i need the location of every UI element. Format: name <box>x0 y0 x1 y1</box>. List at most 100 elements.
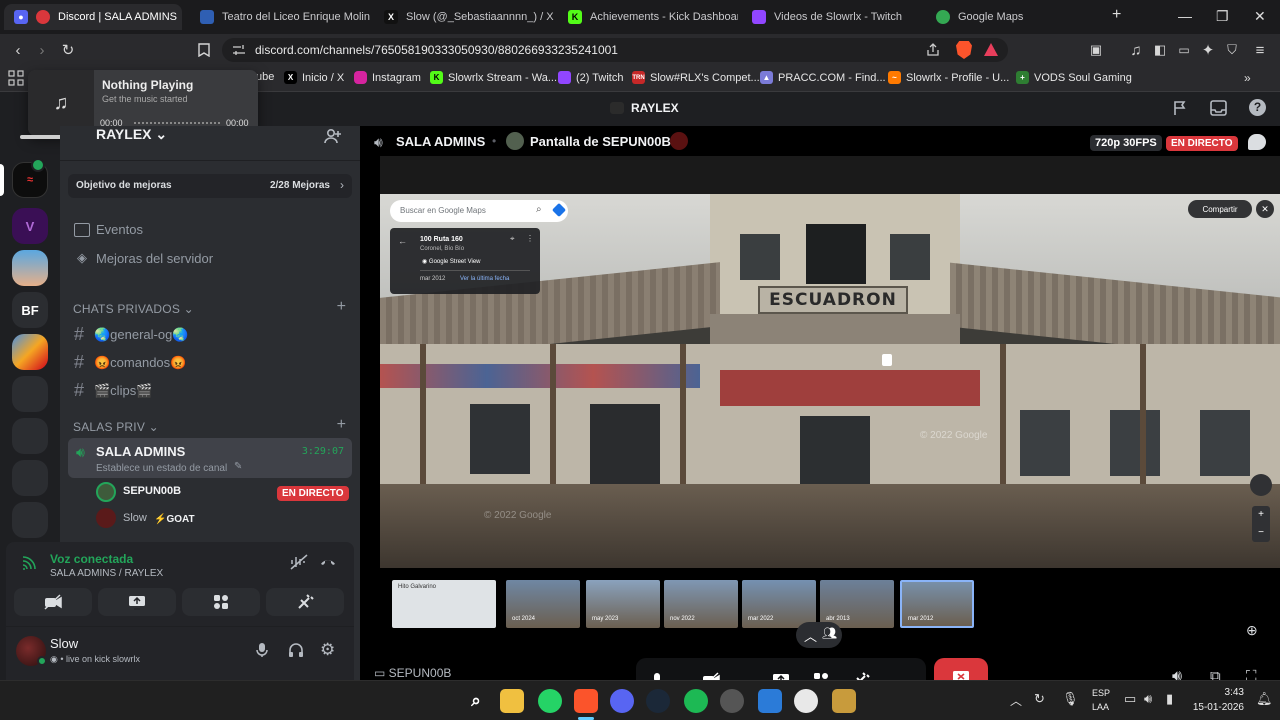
brave-shields-icon[interactable] <box>956 41 972 59</box>
wallet-icon[interactable]: ▭ <box>1174 40 1194 60</box>
pencil-icon[interactable]: ✎ <box>234 461 242 472</box>
history-thumbnail[interactable]: oct 2024 <box>506 580 580 628</box>
bookmark-partial[interactable]: ube <box>256 71 274 83</box>
channel-general-og[interactable]: # 🌏general-og🌏 <box>70 324 189 345</box>
boost-goal-card[interactable]: Objetivo de mejoras 2/28 Mejoras › <box>68 174 352 198</box>
user-name[interactable]: Slow <box>50 636 78 651</box>
activities-button[interactable] <box>182 588 260 616</box>
tab-kick[interactable]: K Achievements - Kick Dashboard <box>558 4 738 30</box>
back-arrow-icon[interactable]: ← <box>398 236 407 246</box>
zoom-icon[interactable]: ⊕ <box>1246 622 1258 639</box>
close-window-icon[interactable]: ✕ <box>1254 8 1266 25</box>
headphones-icon[interactable] <box>288 642 304 658</box>
bookmark-twitch[interactable]: (2) Twitch <box>558 71 623 84</box>
history-thumbnail[interactable]: nov 2022 <box>664 580 738 628</box>
brave-rewards-icon[interactable] <box>984 43 998 56</box>
obs-icon[interactable] <box>720 689 744 713</box>
invite-people-icon[interactable] <box>324 128 342 144</box>
pin-icon[interactable]: ⌖ <box>510 234 515 244</box>
noise-suppression-icon[interactable] <box>290 554 308 570</box>
clock-date[interactable]: 15-01-2026 <box>1193 702 1244 713</box>
tab-twitch[interactable]: Videos de Slowrlx - Twitch <box>742 4 922 30</box>
disconnect-icon[interactable] <box>320 558 336 566</box>
network-icon[interactable]: ▭ <box>1124 691 1136 707</box>
bookmark-vods[interactable]: + VODS Soul Gaming <box>1016 71 1132 84</box>
bookmark-profile[interactable]: ~ Slowrlx - Profile - U... <box>888 71 1009 84</box>
history-thumbnail[interactable]: mar 2022 <box>742 580 816 628</box>
close-icon[interactable]: ✕ <box>1256 200 1274 218</box>
category-chats-privados[interactable]: CHATS PRIVADOS ⌄ <box>73 302 194 316</box>
file-explorer-icon[interactable] <box>500 689 524 713</box>
discord-icon[interactable] <box>610 689 634 713</box>
screen-share-button[interactable] <box>98 588 176 616</box>
server-folder-2[interactable] <box>12 376 48 412</box>
help-icon[interactable]: ? <box>1249 99 1266 116</box>
tab-discord[interactable]: ● Discord | SALA ADMINS ✕ <box>4 4 182 30</box>
reader-mode-icon[interactable]: ▣ <box>1086 40 1106 60</box>
share-icon[interactable] <box>926 43 940 57</box>
address-bar[interactable]: discord.com/channels/765058190333050930/… <box>222 38 1008 62</box>
bookmark-kick[interactable]: K Slowrlx Stream - Wa... <box>430 71 557 84</box>
history-thumbnail-selected[interactable]: mar 2012 <box>900 580 974 628</box>
site-settings-icon[interactable] <box>232 44 246 56</box>
app-icon[interactable] <box>794 689 818 713</box>
gear-icon[interactable]: ⚙ <box>320 640 335 660</box>
start-button[interactable] <box>426 689 450 713</box>
chat-bubble-icon[interactable] <box>1248 134 1266 150</box>
server-folder-4[interactable] <box>12 460 48 496</box>
share-button[interactable]: Compartir <box>1188 200 1252 218</box>
street-view-video[interactable]: ESCUADRON © 2022 Google © 2022 Google Bu… <box>380 194 1280 568</box>
spotify-icon[interactable] <box>684 689 708 713</box>
menu-eventos[interactable]: Eventos <box>74 222 143 237</box>
bookmark-tracker[interactable]: TRN Slow#RLX's Compet... <box>632 71 760 84</box>
category-salas-priv[interactable]: SALAS PRIV ⌄ <box>73 420 159 434</box>
leo-ai-icon[interactable]: ✦ <box>1198 40 1218 60</box>
apps-grid-icon[interactable] <box>8 70 24 86</box>
keyboard-layout[interactable]: LAA <box>1092 702 1109 712</box>
map-thumbnail[interactable]: Hito Galvarino <box>392 580 496 628</box>
channel-status[interactable]: Establece un estado de canal <box>96 463 227 474</box>
maps-search-box[interactable]: Buscar en Google Maps ⌕ <box>390 200 568 222</box>
bookmark-instagram[interactable]: Instagram <box>354 71 421 84</box>
clock-time[interactable]: 3:43 <box>1225 687 1244 698</box>
channel-clips[interactable]: # 🎬clips🎬 <box>70 380 152 401</box>
tab-teatro[interactable]: Teatro del Liceo Enrique Molina <box>190 4 370 30</box>
member-name[interactable]: SEPUN00B <box>123 485 181 497</box>
bookmark-x[interactable]: X Inicio / X <box>284 71 344 84</box>
notifications-icon[interactable]: 🔔︎ <box>1256 691 1273 707</box>
whatsapp-icon[interactable] <box>538 689 562 713</box>
search-icon[interactable]: ⌕ <box>464 689 488 713</box>
add-channel-icon[interactable]: + <box>337 298 346 316</box>
voice-connected-subtitle[interactable]: SALA ADMINS / RAYLEX <box>50 568 163 579</box>
compass-icon[interactable] <box>1250 474 1272 496</box>
tab-x[interactable]: X Slow (@_Sebastiaannnn_) / X <box>374 4 554 30</box>
server-folder-1[interactable] <box>12 334 48 370</box>
search-icon[interactable]: ⌕ <box>536 204 542 215</box>
league-icon[interactable] <box>832 689 856 713</box>
voice-connected-title[interactable]: Voz conectada <box>50 552 133 566</box>
vpn-shield-icon[interactable]: ⛉ <box>1222 40 1242 60</box>
bookmark-pracc[interactable]: ▲ PRACC.COM - Find... <box>760 71 886 84</box>
more-options-icon[interactable]: ⋮ <box>526 234 534 243</box>
camera-off-button[interactable] <box>14 588 92 616</box>
history-thumbnail[interactable]: abr 2013 <box>820 580 894 628</box>
zoom-control[interactable]: + − <box>1252 506 1270 542</box>
menu-icon[interactable]: ≡ <box>1250 40 1270 60</box>
latest-date-link[interactable]: Ver la última fecha <box>460 276 509 282</box>
minimize-icon[interactable]: — <box>1178 8 1192 24</box>
microphone-icon[interactable]: 🎙︎ <box>1062 691 1079 707</box>
forward-icon[interactable]: › <box>32 40 52 60</box>
photos-icon[interactable] <box>758 689 782 713</box>
volume-icon[interactable]: 🔊︎ <box>1144 691 1152 707</box>
reload-icon[interactable]: ↻ <box>58 40 78 60</box>
server-bf[interactable]: BF <box>12 292 48 328</box>
server-avatar[interactable] <box>12 250 48 286</box>
server-folder-3[interactable] <box>12 418 48 454</box>
sync-icon[interactable]: ↻ <box>1034 691 1045 707</box>
inbox-icon[interactable] <box>1210 100 1227 116</box>
chevron-up-icon[interactable]: ︿ <box>1010 692 1022 709</box>
bookmark-icon[interactable] <box>194 40 214 60</box>
participants-toggle[interactable]: ︿ 👥︎ <box>796 622 842 648</box>
music-note-icon[interactable]: ♫ <box>1126 40 1146 60</box>
steam-icon[interactable] <box>646 689 670 713</box>
